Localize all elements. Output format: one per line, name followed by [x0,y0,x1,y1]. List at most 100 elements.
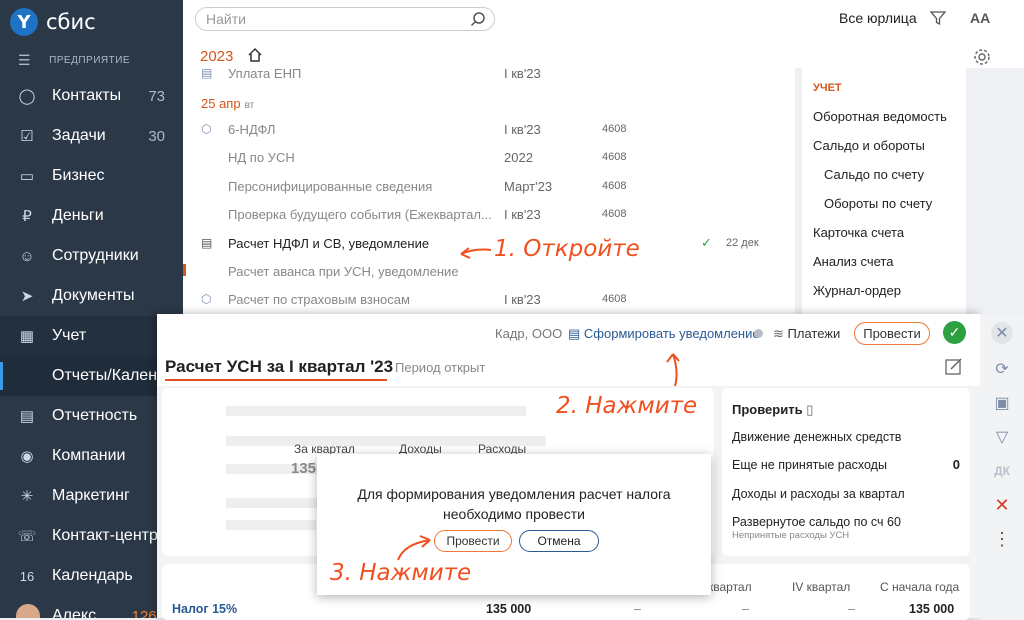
nav-item-documents[interactable]: ➤ Документы [0,276,183,316]
org-name[interactable]: Кадр, ООО [495,326,562,341]
hamburger-icon: ☰ [18,52,32,68]
period-status: Период открыт [395,360,486,375]
nav-label: Маркетинг [52,487,130,504]
chat-icon: ◯ [18,88,36,105]
annotation-arrow [666,353,680,387]
list-item[interactable]: НД по УСН 2022 4608 [183,144,795,172]
unaccepted-value: 0 [952,457,960,472]
topbar: Найти Все юрлица АА 2023 [183,0,1024,68]
print-icon[interactable]: ▣ [991,392,1013,414]
nav-label: Бизнес [52,167,105,184]
q3-value: – [742,602,749,616]
list-item[interactable]: ⬡ Расчет по страховым взносам I кв'23 46… [183,286,795,314]
date-weekday: вт [244,100,255,111]
annotation-arrow [397,535,431,561]
document-icon: ▤ [201,68,213,80]
sidebar: Y сбис ☰ ПРЕДПРИЯТИЕ ◯ Контакты 73 ☑ Задачи… [0,0,183,618]
people-icon: ☺ [19,247,35,265]
nav-item-calendar[interactable]: 16 Календарь [0,556,183,596]
gear-icon[interactable] [972,47,992,67]
check-link[interactable]: Доходы и расходы за квартал [732,487,905,501]
check-icon[interactable]: ✓ [943,321,966,344]
delete-icon[interactable]: ✕ [991,494,1013,516]
row-period: I кв'23 [504,122,541,137]
refresh-icon[interactable]: ⟳ [991,358,1013,380]
edit-icon[interactable] [944,356,964,376]
year-selector[interactable]: 2023 [200,48,233,65]
annotation-step1: 1. Откройте [494,236,640,262]
more-icon[interactable]: ⋮ [991,528,1013,550]
nav-item-reports-calendar[interactable]: Отчеты/Календарь [0,356,183,396]
list-item[interactable]: ⬡ 6-НДФЛ I кв'23 4608 [183,116,795,144]
panel-link[interactable]: Обороты по счету [824,196,932,211]
check-link[interactable]: Движение денежных средств [732,430,901,444]
nav-item-contact-center[interactable]: ☏ Контакт-центр [0,516,183,556]
row-name: Расчет аванса при УСН, уведомление [228,264,459,279]
row-label[interactable]: Налог 15% [172,602,237,616]
dialog-cancel-button[interactable]: Отмена [519,530,599,552]
nav-item-money[interactable]: ₽ Деньги [0,196,183,236]
coins-icon: ≋ [773,326,788,341]
org-selector[interactable]: Все юрлица [839,10,917,26]
payments-label: Платежи [787,326,841,341]
font-size-toggle[interactable]: АА [970,10,990,26]
check-link[interactable]: Развернутое сальдо по сч 60 [732,515,901,529]
check-title[interactable]: Проверить ▯ [732,402,813,418]
menu-toggle[interactable]: ☰ ПРЕДПРИЯТИЕ [18,52,130,69]
filter-icon[interactable]: ▽ [991,426,1013,448]
title-underline [165,379,387,381]
list-item[interactable]: Персонифицированные сведения Март'23 460… [183,173,795,201]
ghost-row [226,406,526,416]
nav-label: Отчетность [52,407,138,424]
row-name: Проверка будущего события (Ежеквартал... [228,207,492,222]
panel-link[interactable]: Анализ счета [813,254,893,269]
check-icon: ✓ [701,235,712,250]
panel-link[interactable]: Сальдо по счету [824,167,924,182]
nav-label: Задачи [52,127,106,144]
contact-center-icon: ☏ [17,528,37,545]
logo[interactable]: Y сбис [10,8,96,36]
row-code: 4608 [602,123,627,135]
row-code: 4608 [602,180,627,192]
nav: ◯ Контакты 73 ☑ Задачи 30 ▭ Бизнес ₽ Деньги ☺ С… [0,76,183,618]
home-icon[interactable] [247,47,263,63]
panel-link[interactable]: Сальдо и обороты [813,138,925,153]
dialog-post-button[interactable]: Провести [434,530,512,552]
filter-icon[interactable] [930,10,946,26]
list-item[interactable]: Расчет аванса при УСН, уведомление [183,258,795,286]
search-placeholder: Найти [206,11,246,27]
panel-title: УЧЕТ [813,82,842,94]
check-sub: Непринятые расходы УСН [732,530,850,541]
annotation-arrow [460,247,492,259]
nav-item-companies[interactable]: ◉ Компании [0,436,183,476]
quarter-value: 135 [291,460,317,477]
cube-icon: ⬡ [201,122,212,136]
nav-item-accounting[interactable]: ▦ Учет [0,316,183,356]
nav-item-contacts[interactable]: ◯ Контакты 73 [0,76,183,116]
info-icon[interactable] [754,329,763,338]
check-link[interactable]: Еще не принятые расходы [732,458,887,472]
post-button[interactable]: Провести [854,322,930,345]
payments-button[interactable]: ≋ Платежи [773,326,840,342]
search-icon[interactable] [470,11,486,27]
nav-item-business[interactable]: ▭ Бизнес [0,156,183,196]
nav-label: Контакт-центр [52,527,158,544]
annotation-step3: 3. Нажмите [330,560,472,586]
dk-icon[interactable]: ДК [991,460,1013,482]
nav-label: Документы [52,287,135,304]
list-item[interactable]: Проверка будущего события (Ежеквартал...… [183,201,795,229]
close-icon[interactable]: ✕ [991,322,1013,344]
panel-link[interactable]: Оборотная ведомость [813,109,947,124]
nav-item-user[interactable]: Алекс 1262 [0,596,183,618]
form-notification-link[interactable]: ▤ Сформировать уведомление [568,326,760,342]
nav-item-marketing[interactable]: ✳ Маркетинг [0,476,183,516]
nav-item-reporting[interactable]: ▤ Отчетность [0,396,183,436]
nav-item-employees[interactable]: ☺ Сотрудники [0,236,183,276]
panel-link[interactable]: Карточка счета [813,225,904,240]
nav-label: Компании [52,447,126,464]
panel-link[interactable]: Журнал-ордер [813,283,901,298]
search-input[interactable]: Найти [195,7,495,31]
nav-item-tasks[interactable]: ☑ Задачи 30 [0,116,183,156]
row-code: 4608 [602,293,627,305]
list-item[interactable]: ▤ Уплата ЕНП I кв'23 [183,68,795,88]
